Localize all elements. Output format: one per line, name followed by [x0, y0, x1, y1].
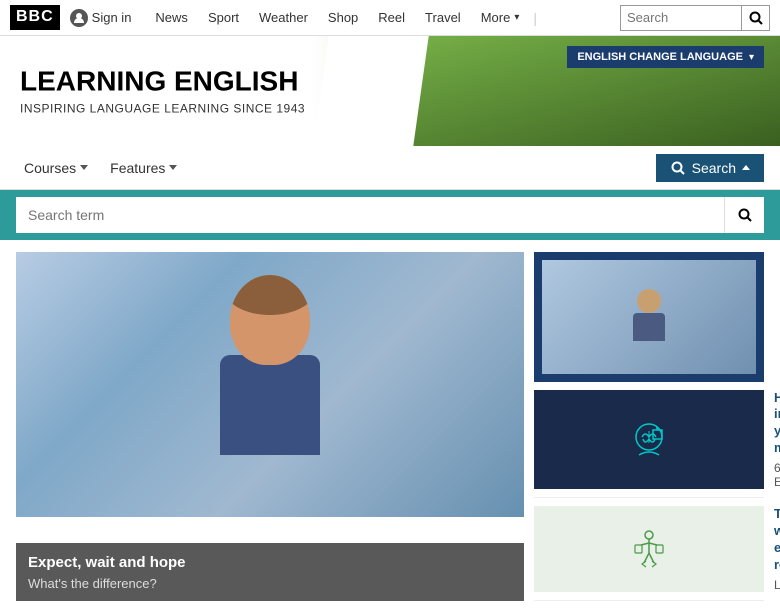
nav-news[interactable]: News	[145, 0, 198, 36]
sidebar-item-2[interactable]: How to improve your memory 6 Minute Engl…	[534, 382, 764, 499]
sidebar-thumb-3	[534, 506, 764, 592]
courses-chevron-icon	[80, 165, 88, 170]
nav-travel[interactable]: Travel	[415, 0, 471, 36]
features-label: Features	[110, 160, 165, 176]
sidebar-text-3: The shop where everything's recycled Lin…	[774, 506, 780, 592]
thumb-person-1	[629, 289, 669, 344]
bbc-logo[interactable]: BBC	[10, 5, 60, 30]
main-feature[interactable]: Expect, wait and hope What's the differe…	[16, 252, 524, 601]
person-head	[230, 275, 310, 365]
nav-reel[interactable]: Reel	[368, 0, 415, 36]
search-chevron-icon	[742, 165, 750, 170]
search-submit-icon	[737, 207, 753, 223]
more-arrow-icon: ▾	[514, 12, 519, 23]
nav-links: News Sport Weather Shop Reel Travel More…	[145, 0, 614, 36]
person-body	[220, 355, 320, 455]
hero-subtitle: INSPIRING LANGUAGE LEARNING SINCE 1943	[20, 101, 305, 115]
feature-caption: Expect, wait and hope What's the differe…	[16, 543, 524, 601]
feature-title: Expect, wait and hope	[28, 553, 512, 573]
sidebar-sub-1: English In A Minute	[766, 332, 780, 374]
features-menu[interactable]: Features	[102, 156, 185, 180]
feature-subtitle: What's the difference?	[28, 576, 512, 591]
search-toggle-button[interactable]: Search	[656, 154, 764, 182]
lang-label: ENGLISH CHANGE LANGUAGE	[577, 51, 743, 63]
sidebar-item-3[interactable]: The shop where everything's recycled Lin…	[534, 498, 764, 601]
sign-in-label: Sign in	[92, 10, 132, 25]
nav-sport[interactable]: Sport	[198, 0, 249, 36]
sub-nav-left: Courses Features	[16, 156, 185, 180]
thumb-head-1	[637, 289, 661, 313]
top-search-button[interactable]	[741, 6, 769, 30]
sidebar-sub-3: Lingohack	[774, 578, 780, 592]
nav-more[interactable]: More ▾	[471, 0, 530, 36]
sign-in-button[interactable]: Sign in	[70, 9, 132, 27]
content-area: Expect, wait and hope What's the differe…	[0, 240, 780, 613]
courses-label: Courses	[24, 160, 76, 176]
hero-banner: ENGLISH CHANGE LANGUAGE ▾ LEARNING ENGLI…	[0, 36, 780, 146]
top-search-input[interactable]	[621, 6, 741, 30]
sidebar: Expect, wait and hope English In A Minut…	[534, 252, 764, 601]
sidebar-thumb-2	[534, 390, 764, 490]
nav-shop[interactable]: Shop	[318, 0, 368, 36]
sidebar-title-2: How to improve your memory	[774, 390, 780, 458]
top-search-box[interactable]	[620, 5, 770, 31]
search-toggle-icon	[670, 160, 686, 176]
sidebar-text-1: Expect, wait and hope English In A Minut…	[766, 260, 780, 374]
thumb-body-1	[633, 313, 665, 341]
features-chevron-icon	[169, 165, 177, 170]
sub-navigation: Courses Features Search	[0, 146, 780, 190]
sidebar-title-3: The shop where everything's recycled	[774, 506, 780, 574]
search-label: Search	[692, 160, 736, 176]
nav-weather[interactable]: Weather	[249, 0, 318, 36]
sidebar-item-1[interactable]: Expect, wait and hope English In A Minut…	[534, 252, 764, 382]
brain-icon	[627, 417, 671, 461]
sidebar-title-1: Expect, wait and hope	[766, 260, 780, 328]
search-bar	[0, 190, 780, 240]
top-navigation: BBC Sign in News Sport Weather Shop Reel…	[0, 0, 780, 36]
sidebar-thumb-1	[542, 260, 756, 374]
search-submit-button[interactable]	[724, 197, 764, 233]
sidebar-text-2: How to improve your memory 6 Minute Engl…	[774, 390, 780, 490]
hero-title: LEARNING ENGLISH	[20, 67, 305, 98]
recycle-icon	[627, 527, 671, 571]
search-input[interactable]	[16, 197, 724, 233]
lang-chevron-icon: ▾	[749, 52, 754, 63]
hero-text-block: LEARNING ENGLISH INSPIRING LANGUAGE LEAR…	[20, 67, 305, 116]
feature-image	[16, 252, 524, 517]
sidebar-sub-2: 6 Minute English	[774, 461, 780, 489]
courses-menu[interactable]: Courses	[16, 156, 96, 180]
language-button[interactable]: ENGLISH CHANGE LANGUAGE ▾	[567, 46, 764, 68]
user-icon	[70, 9, 88, 27]
search-icon	[748, 10, 764, 26]
person-figure	[190, 275, 350, 495]
